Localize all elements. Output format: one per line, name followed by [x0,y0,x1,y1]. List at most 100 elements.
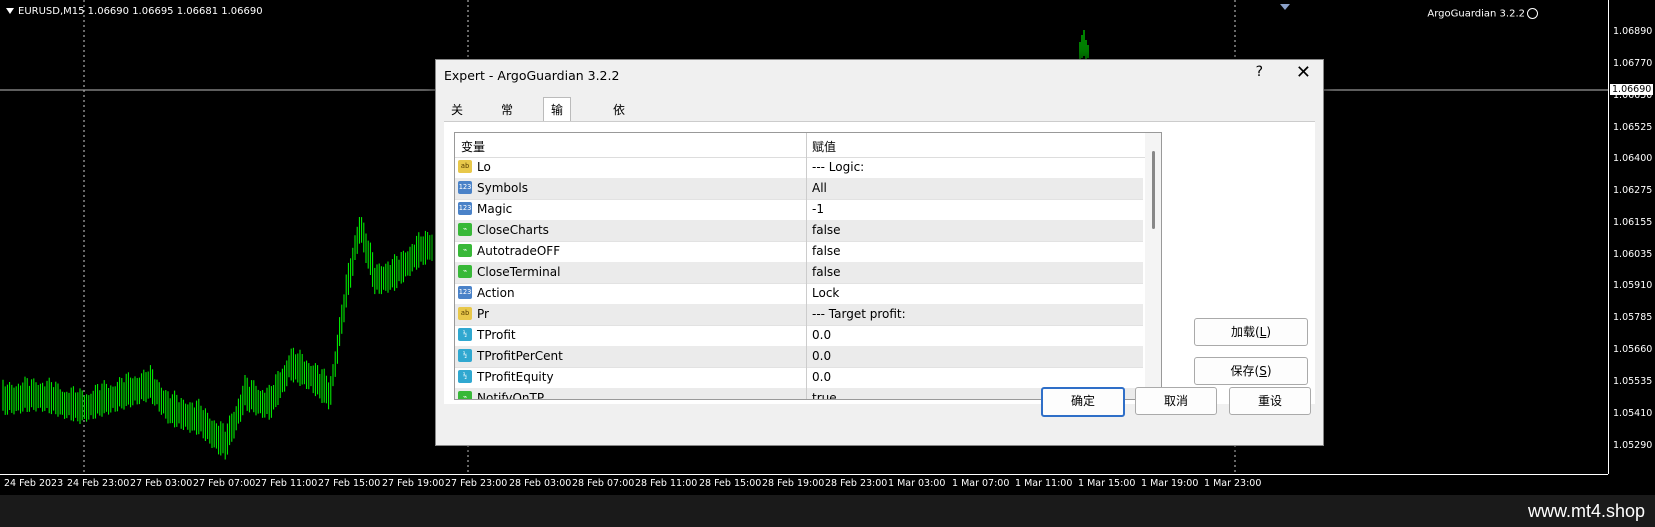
time-tick-label: 1 Mar 07:00 [952,478,1010,489]
param-name: CloseCharts [477,223,549,237]
table-row[interactable]: ⌁ CloseTerminal false [455,262,1143,284]
time-tick-label: 27 Feb 23:00 [445,478,508,489]
time-tick-label: 28 Feb 07:00 [572,478,635,489]
save-button-label-end: ) [1266,364,1272,378]
watermark-text: www.mt4.shop [1527,501,1645,521]
param-value[interactable]: --- Target profit: [812,307,906,321]
vertical-scrollbar[interactable] [1145,133,1161,399]
table-row[interactable]: ½ TProfitEquity 0.0 [455,367,1143,389]
time-tick-label: 27 Feb 07:00 [193,478,256,489]
param-type-icon: 123 [458,286,472,299]
help-button[interactable]: ? [1256,64,1263,80]
time-tick-label: 28 Feb 11:00 [635,478,698,489]
load-button[interactable]: 加载(L) [1194,318,1308,346]
chart-symbol-label[interactable]: EURUSD,M15 1.06690 1.06695 1.06681 1.066… [6,6,263,17]
param-value[interactable]: --- Logic: [812,160,864,174]
param-type-icon: ⌁ [458,391,472,399]
table-row[interactable]: 123 Symbols All [455,178,1143,200]
parameters-grid: 变量 赋值 ab Lo --- Logic: 123 Symbols All 123 Magi… [454,132,1162,400]
time-tick-label: 28 Feb 23:00 [825,478,888,489]
cancel-button[interactable]: 取消 [1135,387,1217,415]
current-price-marker: 1.06690 [1610,84,1654,95]
param-name: Symbols [477,181,528,195]
time-tick-label: 1 Mar 23:00 [1204,478,1262,489]
param-value[interactable]: -1 [812,202,824,216]
time-tick-label: 1 Mar 11:00 [1015,478,1073,489]
param-value[interactable]: 0.0 [812,328,831,342]
price-tick-label: 1.05785 [1613,312,1653,323]
price-tick-label: 1.05660 [1613,344,1653,355]
param-type-icon: 123 [458,181,472,194]
reset-button[interactable]: 重设 [1229,387,1311,415]
param-name: CloseTerminal [477,265,561,279]
period-marker-icon[interactable] [1280,4,1290,10]
price-tick-label: 1.05410 [1613,408,1653,419]
price-tick-label: 1.05290 [1613,440,1653,451]
table-row[interactable]: 123 Magic -1 [455,199,1143,221]
close-icon[interactable]: ✕ [1296,62,1311,83]
load-button-label: 加载( [1230,325,1260,339]
tab-inputs[interactable]: 输入参数 [543,97,572,189]
price-tick-label: 1.06770 [1613,58,1653,69]
tab-common[interactable]: 常用 [494,99,520,139]
table-row[interactable]: ⌁ CloseCharts false [455,220,1143,242]
scrollbar-thumb[interactable] [1152,151,1155,229]
column-separator[interactable] [806,133,807,399]
dialog-title: Expert - ArgoGuardian 3.2.2 [444,68,620,83]
price-axis[interactable]: 1.06890 1.06770 1.06650 1.06525 1.06400 1.062… [1608,0,1655,474]
time-tick-label: 27 Feb 03:00 [130,478,193,489]
time-tick-label: 27 Feb 11:00 [255,478,318,489]
smiley-icon [1527,8,1538,19]
table-row[interactable]: 123 Action Lock [455,283,1143,305]
time-tick-label: 28 Feb 19:00 [762,478,825,489]
expert-properties-dialog: Expert - ArgoGuardian 3.2.2 ? ✕ 关于 常用 输入… [435,59,1324,446]
price-tick-label: 1.06525 [1613,122,1653,133]
param-value[interactable]: false [812,244,841,258]
grid-header: 变量 赋值 [455,133,1161,158]
time-axis[interactable]: 24 Feb 2023 24 Feb 23:00 27 Feb 03:00 27 Fe… [0,474,1608,496]
param-value[interactable]: All [812,181,827,195]
param-type-icon: ab [458,307,472,320]
table-row[interactable]: ab Pr --- Target profit: [455,304,1143,326]
table-row[interactable]: ½ TProfit 0.0 [455,325,1143,347]
time-tick-label: 24 Feb 2023 [4,478,64,489]
expert-label[interactable]: ArgoGuardian 3.2.2 [1427,8,1538,20]
tab-dependencies[interactable]: 依存关系 [606,99,632,183]
param-type-icon: 123 [458,202,472,215]
time-tick-label: 24 Feb 23:00 [67,478,130,489]
param-value[interactable]: false [812,223,841,237]
param-value[interactable]: true [812,391,837,399]
table-row[interactable]: ⌁ NotifyOnTP true [455,388,1143,399]
price-tick-label: 1.06035 [1613,249,1653,260]
time-tick-label: 1 Mar 19:00 [1141,478,1199,489]
param-name: TProfit [477,328,516,342]
price-tick-label: 1.06400 [1613,153,1653,164]
save-button-hotkey: S [1259,364,1267,378]
param-name: Magic [477,202,513,216]
table-row[interactable]: ½ TProfitPerCent 0.0 [455,346,1143,368]
param-type-icon: ⌁ [458,223,472,236]
column-value[interactable]: 赋值 [812,138,836,155]
table-row[interactable]: ab Lo --- Logic: [455,157,1143,179]
ok-button[interactable]: 确定 [1041,387,1125,417]
price-tick-label: 1.06275 [1613,185,1653,196]
table-row[interactable]: ⌁ AutotradeOFF false [455,241,1143,263]
param-value[interactable]: Lock [812,286,839,300]
param-value[interactable]: 0.0 [812,349,831,363]
param-name: Pr [477,307,489,321]
param-name: TProfitPerCent [477,349,563,363]
load-button-label-end: ) [1266,325,1272,339]
price-tick-label: 1.05910 [1613,280,1653,291]
param-name: TProfitEquity [477,370,554,384]
param-type-icon: ½ [458,349,472,362]
price-tick-label: 1.06890 [1613,26,1653,37]
dropdown-triangle-icon[interactable] [6,8,14,14]
expert-name-text: ArgoGuardian 3.2.2 [1427,8,1525,20]
time-tick-label: 28 Feb 03:00 [509,478,572,489]
tab-about[interactable]: 关于 [444,99,470,139]
param-value[interactable]: 0.0 [812,370,831,384]
column-variable[interactable]: 变量 [461,138,485,155]
time-tick-label: 1 Mar 15:00 [1078,478,1136,489]
save-button[interactable]: 保存(S) [1194,357,1308,385]
param-value[interactable]: false [812,265,841,279]
